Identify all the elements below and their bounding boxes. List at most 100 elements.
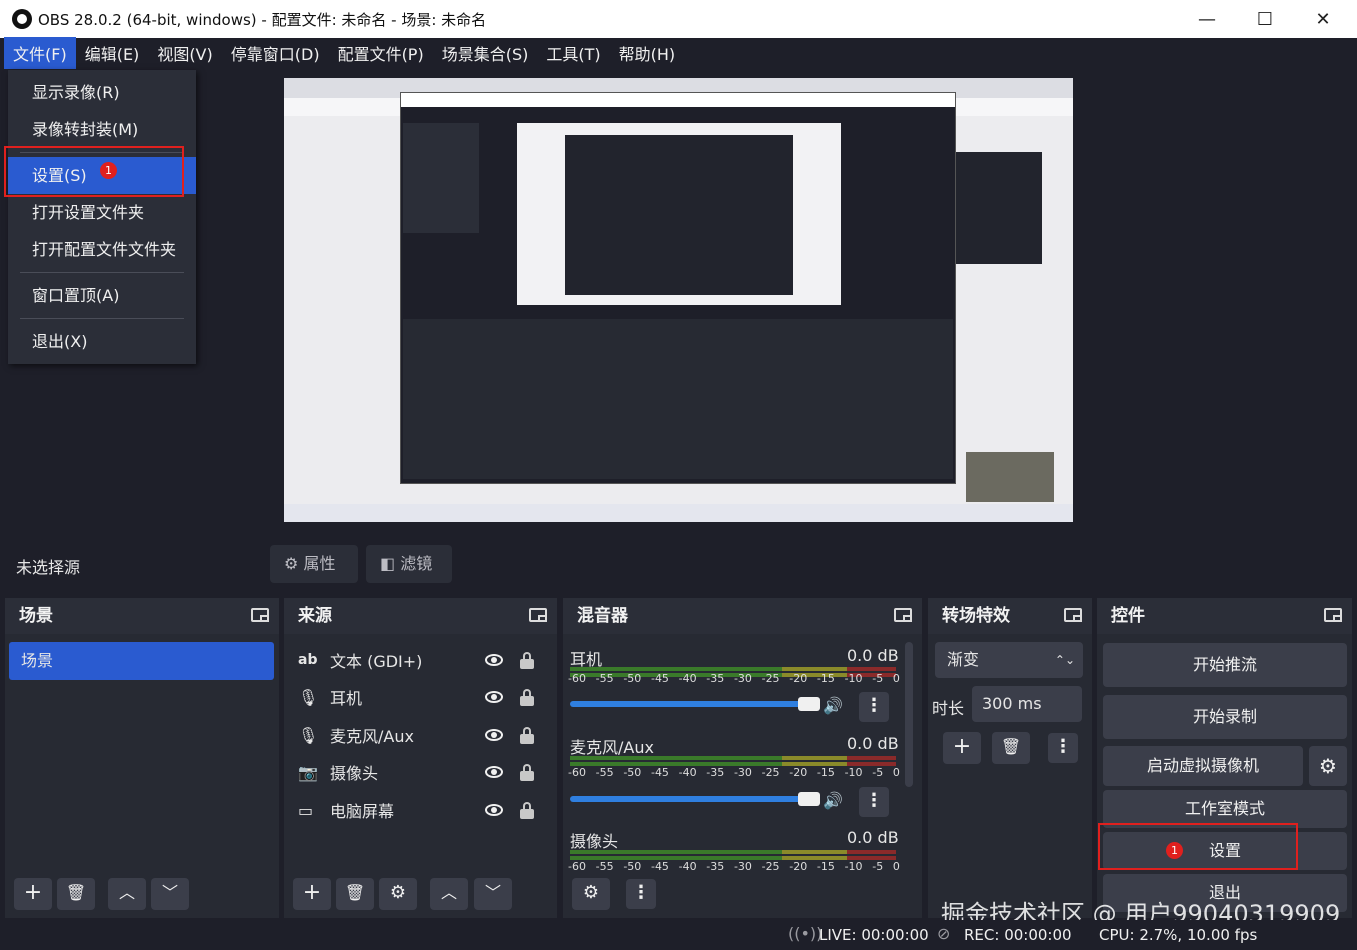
move-source-down-button[interactable]: ﹀ <box>474 878 512 910</box>
visibility-eye-icon[interactable] <box>485 654 503 666</box>
undock-icon[interactable] <box>1064 608 1082 622</box>
menu-exit[interactable]: 退出(X) <box>8 323 196 360</box>
move-scene-up-button[interactable]: ︿ <box>108 878 146 910</box>
meter-ticks: -60 -55 -50 -45 -40 -35 -30 -25 -20 -15 -10 -5 0 <box>568 860 900 873</box>
remove-transition-button[interactable]: 🗑 <box>992 732 1030 764</box>
meter-tick-label: -35 <box>706 672 725 685</box>
nested-inner-obs <box>565 135 793 295</box>
menu-file[interactable]: 文件(F) <box>4 37 76 69</box>
meter-tick-label: 0 <box>892 766 900 779</box>
lock-icon[interactable] <box>520 802 534 819</box>
menu-open-profile-folder[interactable]: 打开配置文件文件夹 <box>8 231 196 268</box>
visibility-eye-icon[interactable] <box>485 729 503 741</box>
meter-tick-label: -50 <box>623 766 642 779</box>
live-signal-icon: ((•)) <box>788 924 823 943</box>
duration-spinbox[interactable]: 300 ms <box>972 686 1082 722</box>
volume-slider[interactable] <box>570 792 820 806</box>
filters-label: 滤镜 <box>400 554 433 573</box>
speaker-icon[interactable]: 🔊 <box>823 696 845 715</box>
transition-select[interactable]: 渐变 ⌃⌄ <box>935 642 1083 678</box>
menu-always-on-top[interactable]: 窗口置顶(A) <box>8 277 196 314</box>
add-transition-button[interactable]: + <box>943 732 981 764</box>
source-row[interactable]: 🎙 麦克风/Aux <box>298 716 548 754</box>
menu-tools[interactable]: 工具(T) <box>537 37 609 69</box>
undock-icon[interactable] <box>529 608 547 622</box>
meter-tick-label: -55 <box>595 766 614 779</box>
live-time: LIVE: 00:00:00 <box>819 926 929 944</box>
meter-tick-label: -40 <box>678 860 697 873</box>
mixer-menu-button[interactable]: ⋮ <box>626 879 656 909</box>
meter-tick-label: -50 <box>623 860 642 873</box>
meter-tick-label: -60 <box>568 860 586 873</box>
filters-button[interactable]: ◧ 滤镜 <box>366 545 452 583</box>
preview-canvas[interactable] <box>284 78 1073 522</box>
start-recording-button[interactable]: 开始录制 <box>1103 695 1347 739</box>
mixer-title: 混音器 <box>577 606 628 626</box>
minimize-button[interactable]: — <box>1178 0 1236 38</box>
speaker-icon[interactable]: 🔊 <box>823 791 845 810</box>
menu-docks[interactable]: 停靠窗口(D) <box>222 37 329 69</box>
menu-view[interactable]: 视图(V) <box>148 37 221 69</box>
chevron-down-icon: ﹀ <box>484 883 501 902</box>
channel-db: 0.0 dB <box>847 828 899 847</box>
mixer-settings-button[interactable]: ⚙ <box>572 878 610 910</box>
remove-scene-button[interactable]: 🗑 <box>57 878 95 910</box>
maximize-button[interactable]: ☐ <box>1236 0 1294 38</box>
mixer-scrollbar[interactable] <box>905 642 913 787</box>
preview-taskbar <box>284 504 1073 522</box>
chevron-up-icon: ︿ <box>440 883 457 902</box>
undock-icon[interactable] <box>894 608 912 622</box>
virtual-camera-settings-button[interactable]: ⚙ <box>1309 746 1347 786</box>
meter-ticks: -60 -55 -50 -45 -40 -35 -30 -25 -20 -15 -10 -5 0 <box>568 766 900 779</box>
cpu-fps: CPU: 2.7%, 10.00 fps <box>1099 926 1258 944</box>
meter-tick-label: -40 <box>678 672 697 685</box>
meter-tick-label: -25 <box>761 860 780 873</box>
start-virtual-camera-button[interactable]: 启动虚拟摄像机 <box>1103 746 1303 786</box>
start-streaming-button[interactable]: 开始推流 <box>1103 643 1347 687</box>
spinner-arrows-icon: ⌃⌄ <box>1054 653 1075 667</box>
menu-remux[interactable]: 录像转封装(M) <box>8 111 196 148</box>
lock-icon[interactable] <box>520 689 534 706</box>
source-row[interactable]: 📷 摄像头 <box>298 753 548 791</box>
lock-icon[interactable] <box>520 764 534 781</box>
menu-scene-collection[interactable]: 场景集合(S) <box>433 37 538 69</box>
meter-tick-label: -55 <box>595 860 614 873</box>
move-source-up-button[interactable]: ︿ <box>430 878 468 910</box>
file-menu-dropdown: 显示录像(R) 录像转封装(M) 设置(S) 打开设置文件夹 打开配置文件文件夹… <box>8 70 196 364</box>
volume-slider[interactable] <box>570 697 820 711</box>
visibility-eye-icon[interactable] <box>485 691 503 703</box>
close-button[interactable]: ✕ <box>1294 0 1352 38</box>
menu-edit[interactable]: 编辑(E) <box>76 37 149 69</box>
visibility-eye-icon[interactable] <box>485 766 503 778</box>
gear-icon: ⚙ <box>1319 754 1337 778</box>
channel-menu-button[interactable]: ⋮ <box>859 692 889 722</box>
source-row[interactable]: 🎙 耳机 <box>298 678 548 716</box>
scene-item[interactable]: 场景 <box>9 642 274 680</box>
transition-menu-button[interactable]: ⋮ <box>1048 733 1078 763</box>
move-scene-down-button[interactable]: ﹀ <box>151 878 189 910</box>
source-row[interactable]: ▭ 电脑屏幕 <box>298 791 548 829</box>
menu-show-recordings[interactable]: 显示录像(R) <box>8 74 196 111</box>
channel-menu-button[interactable]: ⋮ <box>859 787 889 817</box>
remove-source-button[interactable]: 🗑 <box>336 878 374 910</box>
lock-icon[interactable] <box>520 727 534 744</box>
source-properties-button[interactable]: ⚙ <box>379 878 417 910</box>
menu-open-settings-folder[interactable]: 打开设置文件夹 <box>8 194 196 231</box>
add-scene-button[interactable]: + <box>14 878 52 910</box>
properties-button[interactable]: ⚙ 属性 <box>270 545 358 583</box>
trash-icon: 🗑 <box>65 883 87 902</box>
source-label: 耳机 <box>330 689 363 708</box>
undock-icon[interactable] <box>1324 608 1342 622</box>
visibility-eye-icon[interactable] <box>485 804 503 816</box>
annotation-badge-menu: 1 <box>100 162 117 179</box>
menu-help[interactable]: 帮助(H) <box>610 37 685 69</box>
lock-icon[interactable] <box>520 652 534 669</box>
undock-icon[interactable] <box>251 608 269 622</box>
add-source-button[interactable]: + <box>293 878 331 910</box>
meter-tick-label: -5 <box>872 672 884 685</box>
source-row[interactable]: ab 文本 (GDI+) <box>298 641 548 679</box>
meter-tick-label: 0 <box>892 860 900 873</box>
annotation-box-menu-settings <box>4 146 184 197</box>
nested-file-menu <box>403 123 479 233</box>
menu-profile[interactable]: 配置文件(P) <box>329 37 433 69</box>
